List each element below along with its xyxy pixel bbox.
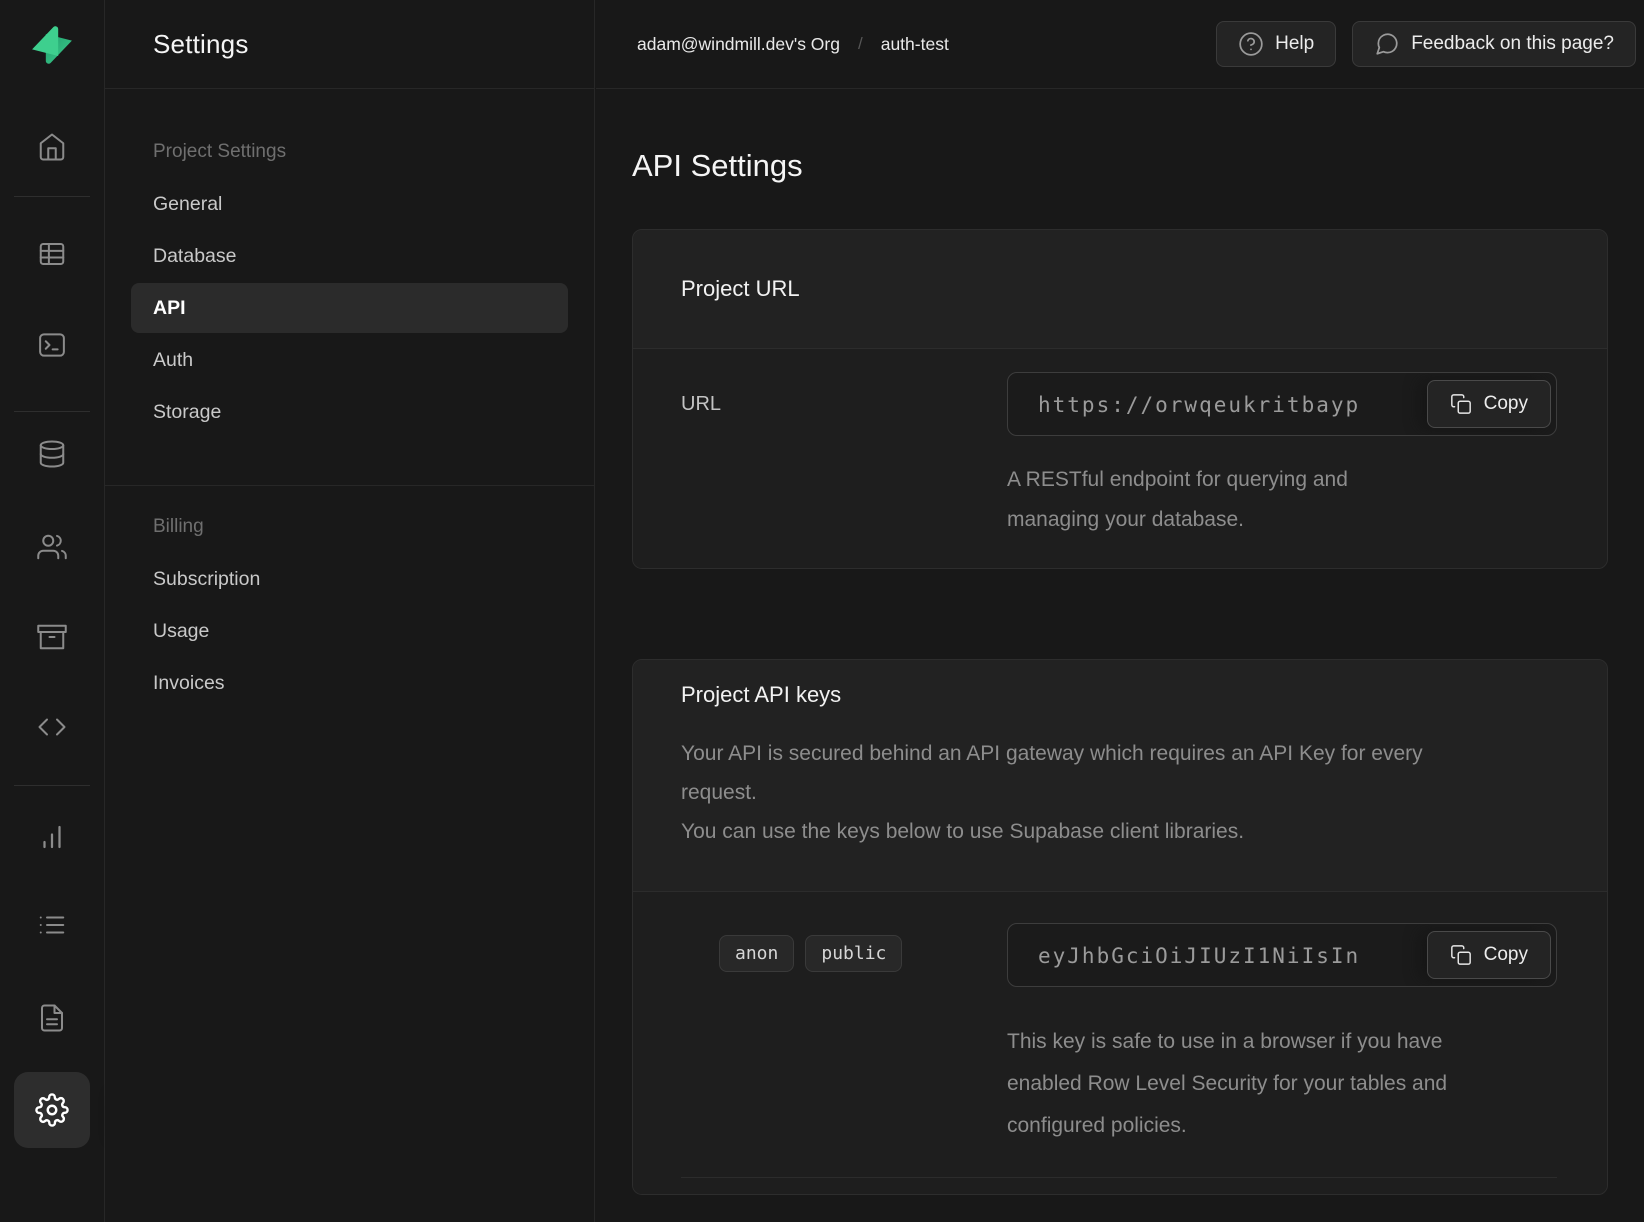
rail-home-button[interactable] xyxy=(30,125,74,169)
rail-database-button[interactable] xyxy=(30,432,74,476)
copy-icon xyxy=(1450,944,1472,966)
bar-chart-icon xyxy=(37,822,67,852)
public-badge: public xyxy=(805,935,902,972)
anon-key-description: This key is safe to use in a browser if … xyxy=(1007,1021,1462,1147)
rail-docs-button[interactable] xyxy=(30,996,74,1040)
sidebar-item-subscription[interactable]: Subscription xyxy=(131,554,568,604)
feedback-button-label: Feedback on this page? xyxy=(1411,33,1614,55)
supabase-logo-icon xyxy=(29,22,75,68)
api-keys-card-description: Your API is secured behind an API gatewa… xyxy=(681,734,1501,851)
rail-divider xyxy=(14,411,90,412)
rail-storage-button[interactable] xyxy=(30,615,74,659)
sidebar-item-storage[interactable]: Storage xyxy=(131,387,568,437)
feedback-button[interactable]: Feedback on this page? xyxy=(1352,21,1636,67)
breadcrumb-separator: / xyxy=(858,34,863,54)
anon-key-input[interactable]: eyJhbGciOiJIUzI1NiIsIn Copy xyxy=(1007,923,1557,987)
group-header-project-settings: Project Settings xyxy=(105,141,594,163)
api-keys-description-line2: You can use the keys below to use Supaba… xyxy=(681,812,1501,851)
project-url-card-header: Project URL xyxy=(633,230,1607,349)
copy-icon xyxy=(1450,393,1472,415)
file-text-icon xyxy=(37,1003,67,1033)
table-editor-icon xyxy=(37,239,67,269)
auth-users-icon xyxy=(37,532,67,562)
sidebar-item-invoices[interactable]: Invoices xyxy=(131,658,568,708)
project-url-card-title: Project URL xyxy=(681,276,1559,302)
home-icon xyxy=(37,132,67,162)
copy-anon-key-button[interactable]: Copy xyxy=(1427,931,1551,979)
sidebar-header: Settings xyxy=(105,0,594,89)
supabase-logo[interactable] xyxy=(29,22,75,68)
api-keys-card-body: anon public eyJhbGciOiJIUzI1NiIsIn Copy … xyxy=(633,892,1607,1194)
help-button-label: Help xyxy=(1275,33,1314,55)
help-circle-icon xyxy=(1238,31,1264,57)
message-bubble-icon xyxy=(1374,31,1400,57)
sidebar-item-database[interactable]: Database xyxy=(131,231,568,281)
rail-auth-button[interactable] xyxy=(30,525,74,569)
breadcrumb-project[interactable]: auth-test xyxy=(881,34,949,55)
gear-icon xyxy=(35,1093,69,1127)
rail-sql-editor-button[interactable] xyxy=(30,323,74,367)
list-icon xyxy=(37,910,67,940)
rail-logs-button[interactable] xyxy=(30,903,74,947)
sidebar-item-api[interactable]: API xyxy=(131,283,568,333)
icon-rail xyxy=(0,0,105,1222)
next-row-stub xyxy=(681,1178,1557,1194)
database-icon xyxy=(37,439,67,469)
sidebar-title: Settings xyxy=(153,29,249,60)
copy-url-button[interactable]: Copy xyxy=(1427,380,1551,428)
api-keys-card-title: Project API keys xyxy=(681,682,1559,708)
copy-anon-key-label: Copy xyxy=(1484,944,1528,966)
sidebar-item-auth[interactable]: Auth xyxy=(131,335,568,385)
rail-edge-functions-button[interactable] xyxy=(30,705,74,749)
rail-reports-button[interactable] xyxy=(30,815,74,859)
rail-divider xyxy=(14,785,90,786)
api-keys-description-line1: Your API is secured behind an API gatewa… xyxy=(681,734,1501,812)
rail-divider xyxy=(14,196,90,197)
url-field-label: URL xyxy=(681,372,1007,436)
sidebar-item-general[interactable]: General xyxy=(131,179,568,229)
top-bar: adam@windmill.dev's Org / auth-test Help… xyxy=(596,0,1644,89)
sidebar-item-usage[interactable]: Usage xyxy=(131,606,568,656)
rail-project-settings-button[interactable] xyxy=(14,1072,90,1148)
settings-sidebar: Settings Project Settings General Databa… xyxy=(105,0,595,1222)
code-brackets-icon xyxy=(37,712,67,742)
project-url-card-body: URL https://orwqeukritbayp Copy A RESTfu… xyxy=(633,349,1607,568)
breadcrumb-org[interactable]: adam@windmill.dev's Org xyxy=(637,34,840,55)
anon-badge: anon xyxy=(719,935,794,972)
sidebar-divider xyxy=(105,485,594,486)
settings-menu: Project Settings General Database API Au… xyxy=(105,89,594,708)
project-url-description: A RESTful endpoint for querying and mana… xyxy=(1007,460,1427,540)
help-button[interactable]: Help xyxy=(1216,21,1336,67)
sql-editor-icon xyxy=(37,330,67,360)
project-api-keys-card: Project API keys Your API is secured beh… xyxy=(632,659,1608,1195)
project-url-card: Project URL URL https://orwqeukritbayp C… xyxy=(632,229,1608,569)
page-title: API Settings xyxy=(632,148,1644,184)
api-keys-card-header: Project API keys Your API is secured beh… xyxy=(633,660,1607,892)
main-content: API Settings Project URL URL https://orw… xyxy=(596,89,1644,1222)
rail-table-editor-button[interactable] xyxy=(30,232,74,276)
group-header-billing: Billing xyxy=(105,516,594,538)
copy-url-label: Copy xyxy=(1484,393,1528,415)
storage-icon xyxy=(37,622,67,652)
project-url-input[interactable]: https://orwqeukritbayp Copy xyxy=(1007,372,1557,436)
